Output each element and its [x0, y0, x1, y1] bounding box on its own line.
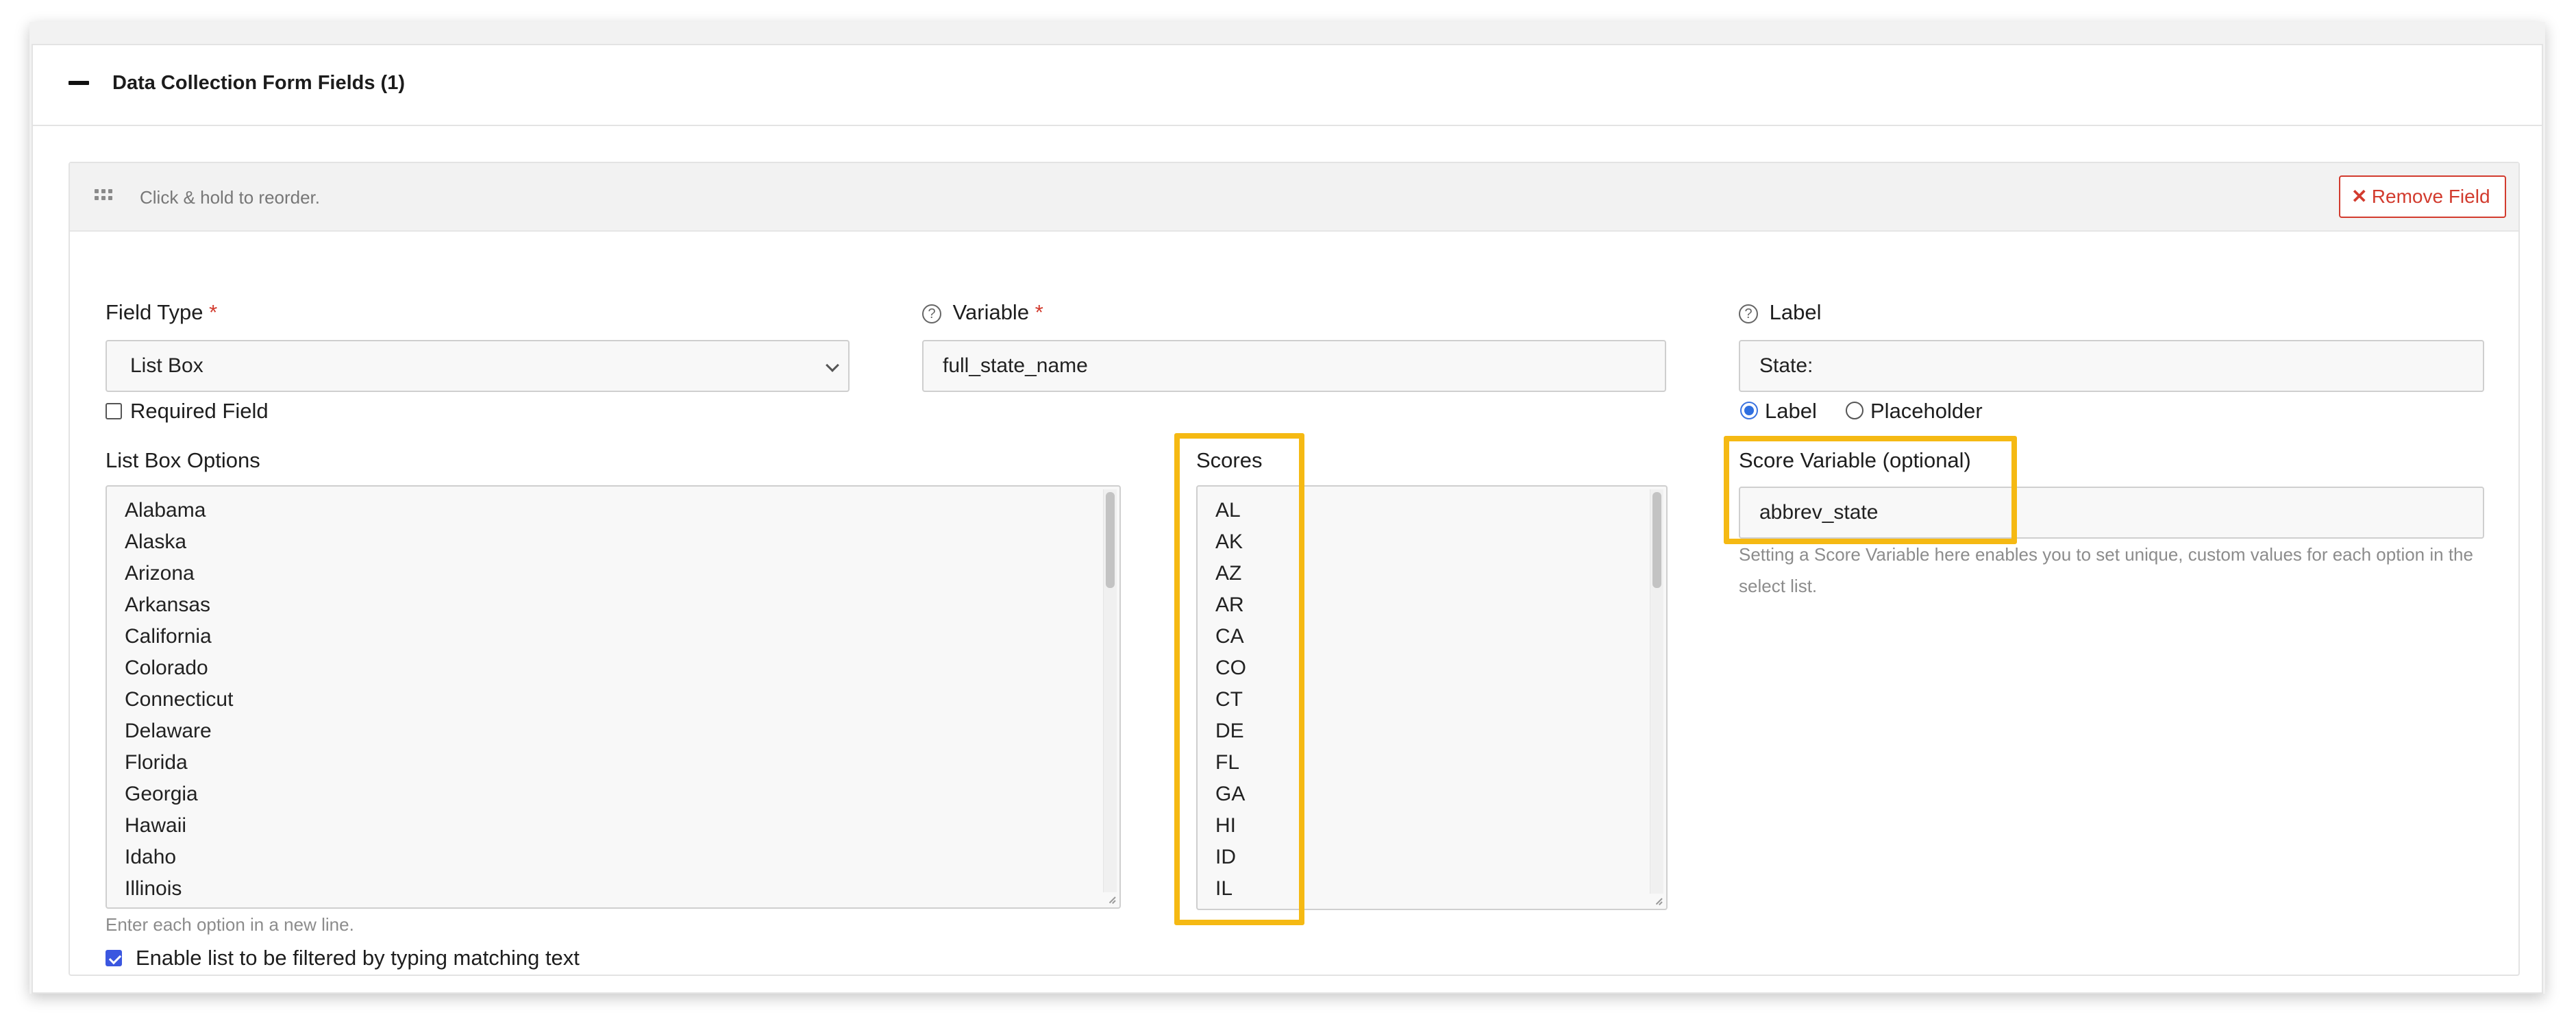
field-type-select[interactable]: List Box — [106, 340, 850, 392]
minus-icon[interactable] — [69, 81, 89, 85]
score-line: ID — [1215, 846, 1236, 868]
placeholder-radio-label: Placeholder — [1870, 399, 1983, 423]
score-line: CA — [1215, 625, 1244, 648]
option-line: Hawaii — [125, 814, 187, 837]
field-card: Click & hold to reorder. ✕ Remove Field … — [69, 162, 2520, 976]
score-line: FL — [1215, 751, 1240, 774]
required-marker: * — [1035, 300, 1043, 324]
panel-header[interactable]: Data Collection Form Fields (1) — [33, 45, 2542, 126]
score-line: AL — [1215, 499, 1241, 522]
variable-value: full_state_name — [943, 354, 1088, 377]
field-type-label-text: Field Type — [106, 300, 203, 324]
score-variable-value: abbrev_state — [1759, 501, 1879, 524]
score-line: IL — [1215, 877, 1233, 900]
option-line: Arkansas — [125, 593, 211, 616]
scores-scrollbar-thumb[interactable] — [1652, 492, 1661, 588]
score-variable-help-line1: Setting a Score Variable here enables yo… — [1739, 544, 2473, 565]
remove-field-button[interactable]: ✕ Remove Field — [2339, 175, 2506, 218]
options-scrollbar[interactable] — [1103, 489, 1117, 892]
label-field-label-text: Label — [1769, 300, 1822, 324]
option-line: Delaware — [125, 720, 212, 742]
list-box-options-label: List Box Options — [106, 448, 260, 472]
question-circle-icon[interactable]: ? — [922, 304, 941, 323]
score-line: AZ — [1215, 562, 1242, 585]
remove-field-label: Remove Field — [2371, 186, 2490, 207]
required-field-label: Required Field — [130, 399, 269, 423]
variable-label: ? Variable * — [922, 299, 1043, 326]
option-line: Idaho — [125, 846, 177, 868]
option-line: Arizona — [125, 562, 195, 585]
score-line: DE — [1215, 720, 1244, 742]
score-line: GA — [1215, 783, 1246, 805]
placeholder-radio[interactable] — [1846, 402, 1863, 419]
label-radio[interactable] — [1740, 402, 1758, 419]
scores-textarea[interactable]: AL AK AZ AR CA CO CT DE FL GA HI ID IL — [1196, 485, 1668, 910]
filter-list-label: Enable list to be filtered by typing mat… — [136, 946, 580, 970]
score-line: HI — [1215, 814, 1236, 837]
score-line: AK — [1215, 530, 1243, 553]
option-line: California — [125, 625, 212, 648]
score-variable-input[interactable]: abbrev_state — [1739, 487, 2484, 539]
resize-handle-icon[interactable] — [1652, 895, 1663, 905]
required-field-checkbox[interactable] — [106, 403, 122, 419]
list-box-options-list: Alabama Alaska Arizona Arkansas California Co… — [125, 495, 233, 905]
filter-list-checkbox[interactable] — [106, 950, 122, 966]
required-marker: * — [209, 300, 218, 324]
scores-label: Scores — [1196, 448, 1263, 472]
variable-label-text: Variable — [952, 300, 1030, 324]
label-value: State: — [1759, 354, 1813, 377]
option-line: Illinois — [125, 877, 182, 900]
score-line: AR — [1215, 593, 1244, 616]
field-type-value: List Box — [130, 354, 203, 377]
label-radio-label: Label — [1765, 399, 1817, 423]
label-input[interactable]: State: — [1739, 340, 2484, 392]
option-line: Alaska — [125, 530, 187, 553]
options-scrollbar-thumb[interactable] — [1106, 492, 1115, 588]
score-variable-label: Score Variable (optional) — [1739, 448, 1971, 472]
field-type-label: Field Type * — [106, 299, 217, 326]
close-icon: ✕ — [2351, 186, 2368, 207]
option-line: Alabama — [125, 499, 206, 522]
form-fields-panel: Data Collection Form Fields (1) Click & … — [32, 44, 2543, 994]
scores-scrollbar[interactable] — [1650, 489, 1663, 894]
panel-title: Data Collection Form Fields (1) — [112, 72, 405, 94]
score-variable-help-line2: select list. — [1739, 576, 1818, 596]
option-line: Colorado — [125, 657, 208, 679]
options-hint: Enter each option in a new line. — [106, 914, 354, 935]
option-line: Connecticut — [125, 688, 234, 711]
grip-icon[interactable] — [95, 189, 114, 201]
score-line: CT — [1215, 688, 1243, 711]
question-circle-icon[interactable]: ? — [1739, 304, 1758, 323]
reorder-hint: Click & hold to reorder. — [140, 187, 321, 208]
scores-list: AL AK AZ AR CA CO CT DE FL GA HI ID IL — [1215, 495, 1246, 905]
chevron-down-icon — [826, 358, 839, 372]
field-drag-bar[interactable]: Click & hold to reorder. ✕ Remove Field — [70, 163, 2518, 232]
option-line: Georgia — [125, 783, 198, 805]
resize-handle-icon[interactable] — [1106, 894, 1116, 904]
option-line: Florida — [125, 751, 188, 774]
label-field-label: ? Label — [1739, 299, 1821, 326]
variable-input[interactable]: full_state_name — [922, 340, 1666, 392]
score-line: CO — [1215, 657, 1246, 679]
list-box-options-textarea[interactable]: Alabama Alaska Arizona Arkansas California Co… — [106, 485, 1121, 909]
